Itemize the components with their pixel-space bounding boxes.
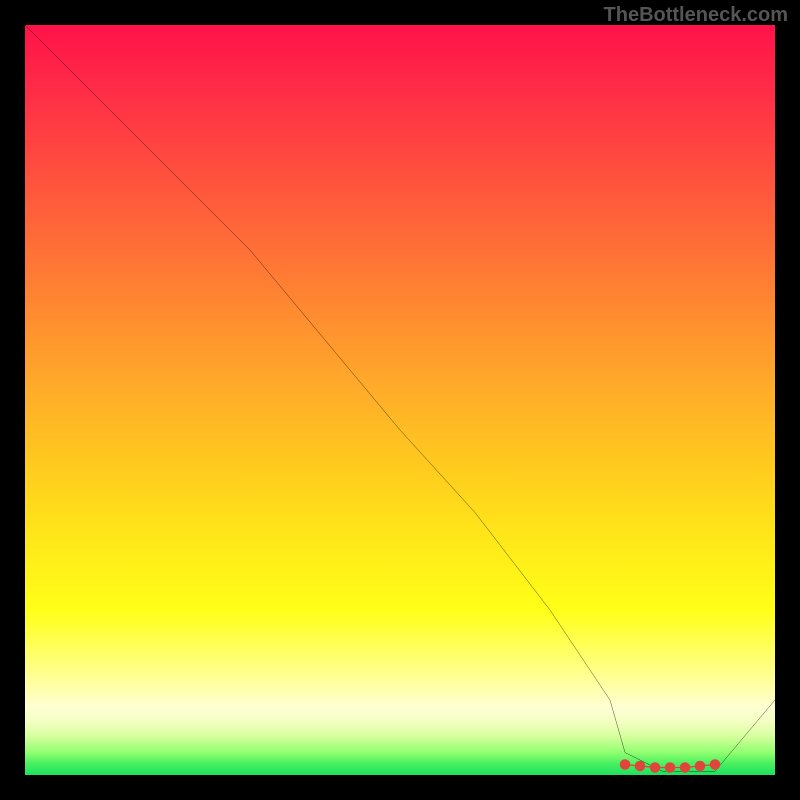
watermark-text: TheBottleneck.com: [604, 4, 788, 27]
optimal-range-markers: [620, 759, 721, 773]
marker-dot: [635, 761, 646, 772]
chart-gradient-background: [25, 25, 775, 775]
marker-dot: [665, 762, 676, 773]
chart-svg-layer: [25, 25, 775, 775]
marker-dot: [650, 762, 661, 773]
chart-frame: [25, 25, 775, 775]
marker-dot: [695, 761, 706, 772]
marker-dot: [710, 759, 721, 770]
marker-dot: [680, 762, 691, 773]
bottleneck-curve-line: [25, 25, 775, 771]
marker-dot: [620, 759, 631, 770]
